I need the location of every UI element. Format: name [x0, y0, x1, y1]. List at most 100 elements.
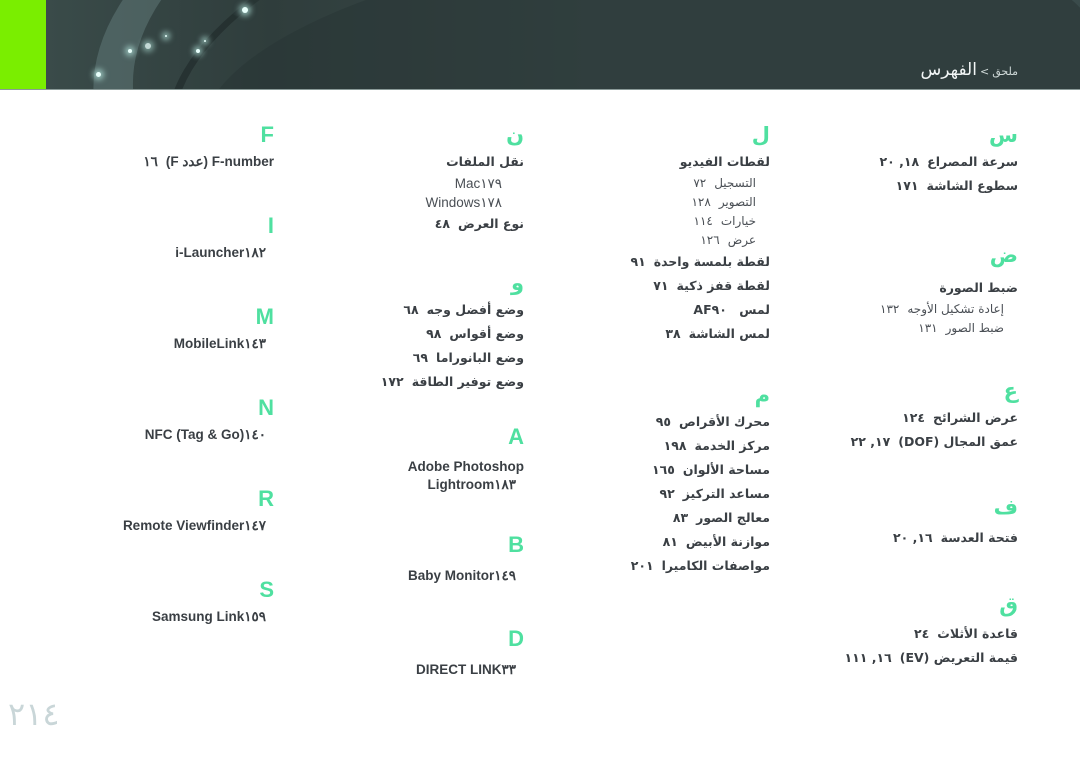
- index-subentry[interactable]: خيارات ١١٤: [570, 212, 756, 231]
- index-entry[interactable]: لمس الشاشة ٣٨: [570, 322, 770, 346]
- entry-pages[interactable]: ٢٤: [914, 626, 929, 641]
- breadcrumb-parent[interactable]: ملحق: [992, 65, 1018, 78]
- entry-pages[interactable]: ٩٥: [656, 414, 671, 429]
- index-entry[interactable]: سطوع الشاشة ١٧١: [818, 174, 1018, 198]
- index-entry[interactable]: مواصفات الكاميرا ٢٠١: [570, 554, 770, 578]
- index-column-3: ن نقل الملفات Mac١٧٩ Windows١٧٨ نوع العر…: [324, 120, 524, 682]
- index-entry[interactable]: لقطة قفز ذكية ٧١: [570, 274, 770, 298]
- index-subentry[interactable]: عرض ١٢٦: [570, 231, 756, 250]
- sparkle-icon: [96, 72, 101, 77]
- index-subentry[interactable]: التصوير ١٢٨: [570, 193, 756, 212]
- entry-pages[interactable]: ٩١: [630, 254, 645, 269]
- index-entry[interactable]: لمس AF٩٠: [570, 298, 770, 322]
- index-entry[interactable]: معالج الصور ٨٣: [570, 506, 770, 530]
- index-entry[interactable]: وضع توفير الطاقة ١٧٢: [324, 370, 524, 394]
- index-section: F F-number (عدد F) ١٦: [74, 120, 274, 174]
- section-letter: ل: [751, 123, 770, 147]
- index-entry[interactable]: لقطة بلمسة واحدة ٩١: [570, 250, 770, 274]
- subentry-pages[interactable]: ١٢٨: [691, 195, 710, 209]
- index-entry[interactable]: فتحة العدسة ١٦, ٢٠: [818, 526, 1018, 550]
- index-entry[interactable]: مساحة الألوان ١٦٥: [570, 458, 770, 482]
- index-entry[interactable]: Remote Viewfinder١٤٧: [74, 514, 274, 538]
- entry-label: لقطة بلمسة واحدة: [653, 254, 770, 269]
- index-subentry[interactable]: التسجيل ٧٢: [570, 174, 756, 193]
- index-entry[interactable]: NFC (Tag & Go)١٤٠: [74, 423, 274, 447]
- entry-pages[interactable]: ٢٠١: [631, 558, 654, 573]
- entry-label: نقل الملفات: [446, 154, 524, 169]
- index-column-2: ل لقطات الفيديو التسجيل ٧٢ التصوير ١٢٨ خيا…: [570, 120, 770, 578]
- index-entry[interactable]: مركز الخدمة ١٩٨: [570, 434, 770, 458]
- entry-pages[interactable]: ١٦٥: [652, 462, 675, 477]
- index-entry[interactable]: سرعة المصراع ١٨, ٢٠: [818, 150, 1018, 174]
- index-entry[interactable]: محرك الأقراص ٩٥: [570, 410, 770, 434]
- entry-pages[interactable]: ١٨٣: [494, 477, 516, 492]
- index-subentry[interactable]: إعادة تشكيل الأوجه ١٣٢: [818, 300, 1004, 319]
- entry-pages[interactable]: ١٧١: [896, 178, 919, 193]
- index-entry[interactable]: مساعد التركيز ٩٢: [570, 482, 770, 506]
- entry-pages[interactable]: ١٦, ١١١: [844, 650, 891, 665]
- subentry-pages[interactable]: ١٣٢: [880, 302, 899, 316]
- entry-pages[interactable]: ٩٢: [659, 486, 674, 501]
- entry-pages[interactable]: ١٦: [143, 154, 158, 169]
- entry-pages[interactable]: ٩٨: [426, 326, 441, 341]
- sparkle-icon: [165, 35, 167, 37]
- sparkle-icon: [128, 49, 132, 53]
- breadcrumb: ملحق>الفهرس: [920, 60, 1018, 80]
- entry-pages[interactable]: ١٦, ٢٠: [893, 530, 933, 545]
- index-column-1: س سرعة المصراع ١٨, ٢٠ سطوع الشاشة ١٧١ ض ضب…: [818, 120, 1018, 670]
- subentry-pages[interactable]: ١٧٩: [480, 176, 502, 191]
- entry-pages[interactable]: ١٨, ٢٠: [880, 154, 920, 169]
- subentry-pages[interactable]: ١١٤: [694, 214, 713, 228]
- entry-pages[interactable]: ٦٨: [403, 302, 418, 317]
- page-number: ٢١٤: [8, 695, 60, 733]
- entry-pages[interactable]: ٣٣: [501, 662, 516, 677]
- index-subentry[interactable]: Windows١٧٨: [324, 193, 510, 212]
- index-entry[interactable]: DIRECT LINK٣٣: [324, 658, 524, 682]
- entry-label: نوع العرض: [457, 216, 524, 231]
- index-entry[interactable]: وضع البانوراما ٦٩: [324, 346, 524, 370]
- entry-pages[interactable]: ٦٩: [413, 350, 428, 365]
- entry-pages[interactable]: ١٥٩: [244, 609, 266, 624]
- index-subentry[interactable]: ضبط الصور ١٣١: [818, 319, 1004, 338]
- subentry-label: التصوير: [718, 195, 756, 209]
- section-letter: س: [989, 123, 1018, 147]
- entry-pages[interactable]: ٤٨: [435, 216, 450, 231]
- entry-pages[interactable]: ٣٨: [665, 326, 680, 341]
- index-entry[interactable]: وضع أفضل وجه ٦٨: [324, 298, 524, 322]
- index-entry[interactable]: قيمة التعريض (EV) ١٦, ١١١: [818, 646, 1018, 670]
- index-entry[interactable]: وضع أقواس ٩٨: [324, 322, 524, 346]
- index-entry[interactable]: Baby Monitor١٤٩: [324, 564, 524, 588]
- entry-pages[interactable]: ٨٣: [673, 510, 688, 525]
- index-entry[interactable]: عمق المجال (DOF) ١٧, ٢٢: [818, 430, 1018, 454]
- entry-pages[interactable]: ٩٠: [712, 302, 727, 317]
- index-entry[interactable]: F-number (عدد F) ١٦: [74, 150, 274, 174]
- entry-label: لمس الشاشة: [688, 326, 770, 341]
- subentry-pages[interactable]: ١٢٦: [700, 233, 719, 247]
- index-entry[interactable]: MobileLink١٤٣: [74, 332, 274, 356]
- index-entry[interactable]: Lightroom١٨٣: [324, 476, 524, 494]
- subentry-pages[interactable]: ٧٢: [693, 176, 706, 190]
- entry-pages[interactable]: ١٤٩: [494, 568, 516, 583]
- subentry-pages[interactable]: ١٧٨: [480, 195, 502, 210]
- index-entry[interactable]: قاعدة الأثلاث ٢٤: [818, 622, 1018, 646]
- subentry-pages[interactable]: ١٣١: [918, 321, 937, 335]
- entry-pages[interactable]: ١٩٨: [664, 438, 687, 453]
- entry-label: فتحة العدسة: [940, 530, 1018, 545]
- index-entry[interactable]: موازنة الأبيض ٨١: [570, 530, 770, 554]
- entry-pages[interactable]: ٨١: [663, 534, 678, 549]
- entry-pages[interactable]: ١٧٢: [381, 374, 404, 389]
- section-letter: B: [508, 532, 524, 557]
- entry-pages[interactable]: ١٤٠: [244, 427, 266, 442]
- entry-pages[interactable]: ٧١: [653, 278, 668, 293]
- entry-pages[interactable]: ١٤٣: [244, 336, 266, 351]
- entry-pages[interactable]: ١٢٤: [902, 410, 925, 425]
- entry-pages[interactable]: ١٧, ٢٢: [851, 434, 891, 449]
- entry-label: Remote Viewfinder: [122, 518, 245, 533]
- index-entry[interactable]: نوع العرض ٤٨: [324, 212, 524, 236]
- index-entry[interactable]: i-Launcher١٨٢: [74, 241, 274, 265]
- index-subentry[interactable]: Mac١٧٩: [324, 174, 510, 193]
- entry-pages[interactable]: ١٤٧: [244, 518, 266, 533]
- entry-pages[interactable]: ١٨٢: [244, 245, 266, 260]
- index-entry[interactable]: عرض الشرائح ١٢٤: [818, 406, 1018, 430]
- index-entry[interactable]: Samsung Link١٥٩: [74, 605, 274, 629]
